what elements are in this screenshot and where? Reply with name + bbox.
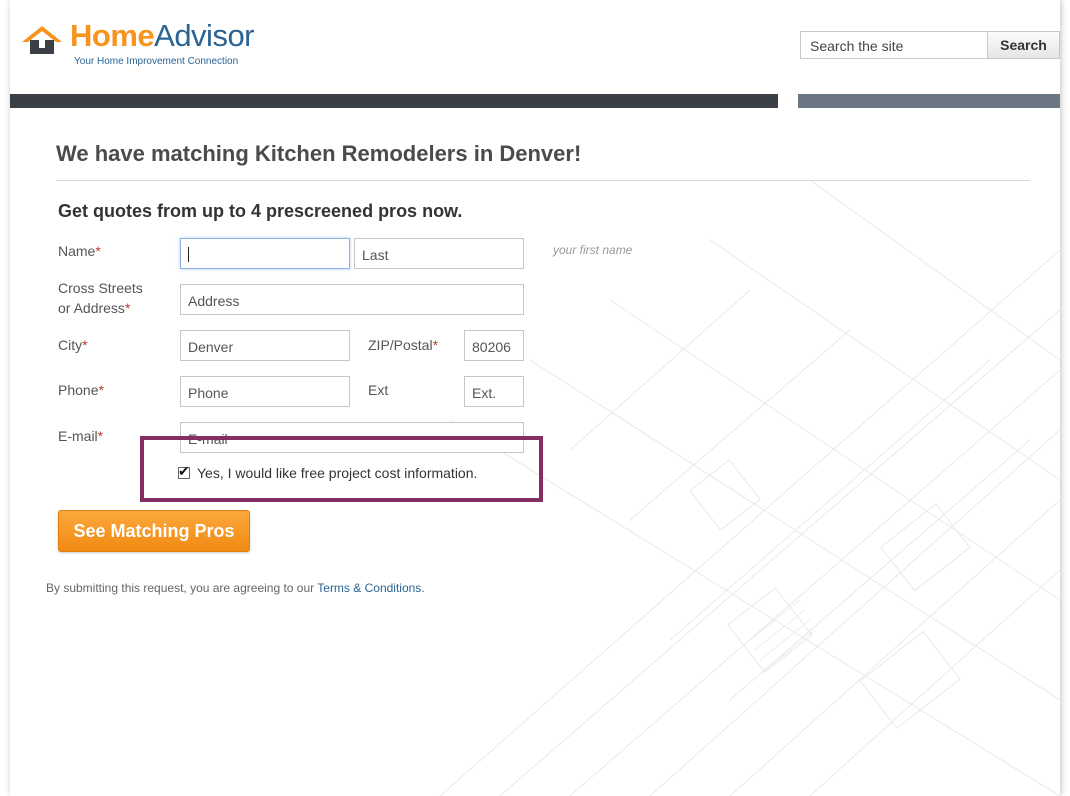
- required-marker: *: [82, 337, 88, 353]
- required-marker: *: [97, 428, 104, 444]
- search-button[interactable]: Search: [988, 31, 1060, 59]
- zip-input[interactable]: 80206: [464, 330, 524, 361]
- required-marker: *: [432, 337, 439, 353]
- form-subheading: Get quotes from up to 4 prescreened pros…: [58, 201, 463, 221]
- email-label: E-mail*: [58, 428, 104, 444]
- city-label: City*: [58, 337, 88, 353]
- required-marker: *: [124, 300, 131, 316]
- cost-info-option[interactable]: ✔ Yes, I would like free project cost in…: [178, 463, 478, 481]
- first-name-hint: your first name: [553, 243, 633, 257]
- blueprint-background: [439, 179, 1060, 796]
- header-bar-right: [798, 94, 1060, 108]
- logo-home-text: Home: [70, 18, 155, 53]
- phone-label: Phone*: [58, 382, 104, 398]
- ext-input[interactable]: Ext.: [464, 376, 524, 407]
- zip-label: ZIP/Postal*: [368, 337, 439, 353]
- required-marker: *: [98, 382, 104, 398]
- header-bar-left: [10, 94, 778, 108]
- logo-advisor-text: Advisor: [154, 18, 255, 53]
- ext-label: Ext: [368, 382, 389, 398]
- city-input[interactable]: Denver: [180, 330, 350, 361]
- logo-wordmark: HomeAdvisor: [70, 18, 255, 54]
- text-caret: [188, 247, 189, 262]
- address-input[interactable]: Address: [180, 284, 524, 315]
- cost-info-label: Yes, I would like free project cost info…: [197, 465, 478, 481]
- first-name-input[interactable]: [180, 238, 350, 269]
- divider: [56, 180, 1030, 181]
- page-title: We have matching Kitchen Remodelers in D…: [56, 141, 582, 166]
- name-label: Name*: [58, 243, 101, 259]
- required-marker: *: [95, 243, 101, 259]
- last-name-input[interactable]: Last: [354, 238, 524, 269]
- terms-notice: By submitting this request, you are agre…: [46, 581, 425, 595]
- address-label: Cross Streets or Address*: [58, 280, 143, 316]
- terms-conditions-link[interactable]: Terms & Conditions: [317, 581, 421, 595]
- cost-info-checkbox[interactable]: ✔: [178, 463, 190, 479]
- see-matching-pros-button[interactable]: See Matching Pros: [58, 510, 250, 552]
- site-search-input[interactable]: Search the site: [800, 31, 988, 59]
- house-logo-icon: [22, 26, 62, 54]
- phone-input[interactable]: Phone: [180, 376, 350, 407]
- page-frame: HomeAdvisor Your Home Improvement Connec…: [10, 0, 1060, 796]
- checkmark-icon: ✔: [178, 463, 190, 479]
- logo-tagline: Your Home Improvement Connection: [74, 56, 239, 67]
